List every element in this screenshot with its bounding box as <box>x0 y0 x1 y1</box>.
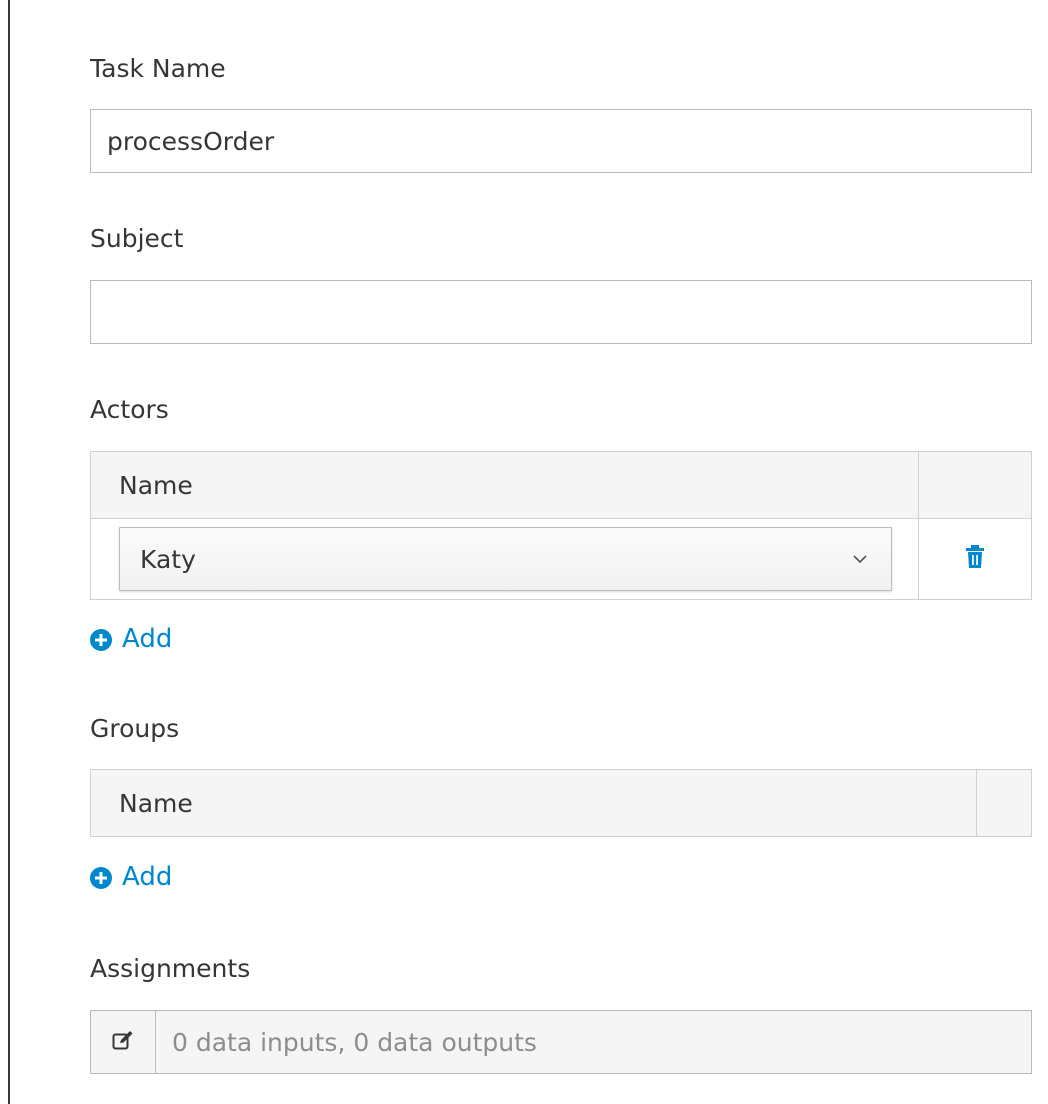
actor-select[interactable]: Katy <box>119 527 892 591</box>
trash-icon <box>965 545 985 573</box>
table-row: Katy <box>91 519 1031 599</box>
delete-actor-button[interactable] <box>919 519 1031 599</box>
plus-circle-icon <box>90 866 112 889</box>
actors-name-column-header: Name <box>91 452 919 518</box>
groups-name-column-header: Name <box>91 770 977 836</box>
assignments-summary: 0 data inputs, 0 data outputs <box>172 1027 537 1057</box>
groups-action-column-header <box>977 770 1031 836</box>
assignments-field: 0 data inputs, 0 data outputs <box>90 1010 1032 1074</box>
subject-label: Subject <box>90 224 184 253</box>
add-actor-label: Add <box>122 624 173 654</box>
actors-table-header: Name <box>91 452 1031 519</box>
groups-table-header: Name <box>91 770 1031 836</box>
edit-icon <box>112 1030 134 1054</box>
add-group-button[interactable]: Add <box>90 862 172 892</box>
actors-table: Name Katy <box>90 451 1032 600</box>
assignments-label: Assignments <box>90 954 251 983</box>
edit-assignments-button[interactable] <box>91 1011 156 1073</box>
groups-label: Groups <box>90 714 180 743</box>
panel-left-border <box>8 0 10 1104</box>
chevron-down-icon <box>849 548 871 570</box>
add-group-label: Add <box>122 862 173 892</box>
task-name-label: Task Name <box>90 54 226 83</box>
actors-label: Actors <box>90 395 169 424</box>
task-name-input[interactable] <box>90 109 1032 173</box>
actor-select-value: Katy <box>140 544 196 574</box>
groups-table: Name <box>90 769 1032 837</box>
subject-input[interactable] <box>90 280 1032 344</box>
actors-action-column-header <box>919 452 1031 518</box>
plus-circle-icon <box>90 628 112 651</box>
add-actor-button[interactable]: Add <box>90 624 172 654</box>
